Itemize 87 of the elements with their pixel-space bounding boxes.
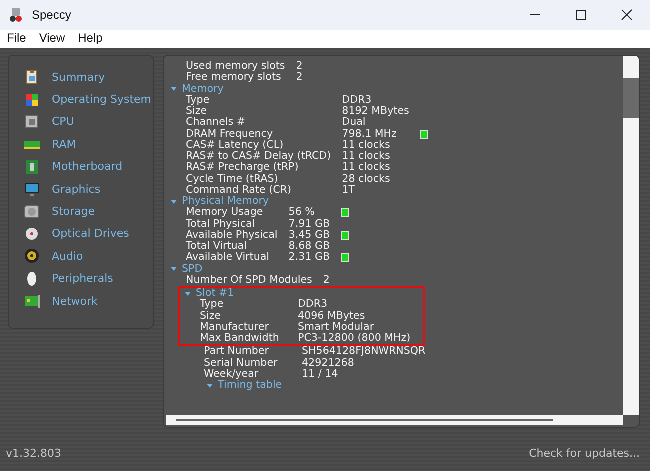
property-value: Smart Modular: [298, 322, 376, 333]
sidebar-item[interactable]: Graphics: [52, 182, 101, 196]
property-value: 56 %: [288, 207, 316, 218]
property-label: RAS# to CAS# Delay (tRCD): [186, 151, 332, 162]
property-value: 2: [323, 274, 330, 286]
property-value: 798.1 MHz: [342, 128, 398, 140]
property-label: Max Bandwidth: [200, 333, 280, 344]
property-value: 2: [296, 72, 303, 84]
property-label: Size: [186, 106, 208, 117]
section-title[interactable]: Slot #1: [196, 288, 234, 300]
property-label: DRAM Frequency: [186, 128, 274, 140]
section-title[interactable]: SPD: [182, 264, 203, 275]
section-title[interactable]: Physical Memory: [182, 196, 270, 208]
property-label: Channels #: [186, 117, 247, 128]
speaker-icon: [24, 248, 40, 264]
property-label: RAS# Precharge (tRP): [186, 162, 300, 174]
sidebar-item[interactable]: Peripherals: [52, 272, 114, 286]
property-value: 11 / 14: [302, 368, 340, 380]
property-value: Dual: [342, 117, 367, 128]
sidebar-item[interactable]: Operating System: [52, 93, 152, 106]
property-label: Serial Number: [204, 358, 279, 369]
flag-icon: [24, 92, 40, 108]
property-value: 2.31 GB: [288, 252, 330, 264]
hard-drive-icon: [24, 204, 40, 220]
property-label: Manufacturer: [200, 322, 270, 333]
expand-arrow-icon[interactable]: [206, 382, 214, 390]
property-label: Size: [200, 310, 222, 322]
property-label: Type: [186, 94, 210, 106]
property-value: 4096 MBytes: [298, 310, 366, 322]
clipboard-icon: [24, 69, 40, 86]
property-value: DDR3: [298, 299, 329, 310]
app-icon: [8, 7, 24, 23]
window-title: Speccy: [32, 8, 72, 22]
property-value: 2: [296, 61, 303, 72]
property-label: Type: [200, 299, 225, 310]
sidebar-item[interactable]: Storage: [52, 205, 96, 218]
property-value: SH564128FJ8NWRNSQR: [302, 346, 426, 358]
property-value: 28 clocks: [342, 174, 392, 185]
section-title[interactable]: Timing table: [218, 380, 282, 392]
property-value: 8192 MBytes: [342, 106, 410, 117]
sidebar-item[interactable]: Motherboard: [52, 160, 123, 174]
menu-item[interactable]: File: [0, 31, 32, 45]
property-label: CAS# Latency (CL): [186, 140, 285, 151]
chip-icon: [24, 114, 40, 130]
property-value: 11 clocks: [342, 140, 392, 151]
sidebar-item[interactable]: Summary: [52, 70, 106, 84]
monitor-icon: [24, 181, 40, 198]
menu-item[interactable]: View: [32, 31, 72, 45]
property-label: Week/year: [204, 368, 260, 380]
section-title[interactable]: Memory: [182, 84, 224, 95]
sidebar-item[interactable]: Audio: [52, 250, 84, 263]
network-card-icon: [24, 293, 40, 310]
property-label: Total Physical: [186, 218, 256, 230]
sidebar-item[interactable]: CPU: [52, 115, 74, 128]
sidebar-item[interactable]: RAM: [52, 138, 76, 151]
property-label: Memory Usage: [186, 207, 264, 218]
disc-icon: [24, 226, 40, 242]
version-label: v1.32.803: [6, 447, 62, 460]
property-value: 42921268: [302, 358, 356, 369]
property-label: Total Virtual: [186, 241, 247, 252]
expand-arrow-icon[interactable]: [184, 290, 192, 298]
sidebar-item[interactable]: Network: [52, 294, 98, 308]
property-label: Cycle Time (tRAS): [186, 174, 280, 185]
property-value: 3.45 GB: [288, 230, 330, 241]
sidebar-item[interactable]: Optical Drives: [52, 227, 130, 240]
expand-arrow-icon[interactable]: [170, 198, 178, 206]
check-updates-link[interactable]: Check for updates...: [529, 447, 640, 460]
property-value: 8.68 GB: [288, 241, 330, 252]
property-value: 1T: [342, 184, 356, 196]
property-label: Command Rate (CR): [186, 184, 292, 196]
expand-arrow-icon[interactable]: [170, 265, 178, 274]
menu-item[interactable]: Help: [71, 31, 109, 45]
property-label: Number Of SPD Modules: [186, 274, 312, 286]
property-value: 11 clocks: [342, 162, 392, 174]
property-value: DDR3: [342, 94, 373, 106]
expand-arrow-icon[interactable]: [170, 85, 178, 94]
vertical-scrollbar[interactable]: [623, 56, 639, 415]
property-value: PC3-12800 (800 MHz): [298, 333, 411, 344]
horizontal-scrollbar[interactable]: [166, 415, 623, 425]
property-label: Used memory slots: [186, 61, 286, 72]
property-value: 7.91 GB: [288, 218, 330, 230]
property-label: Part Number: [204, 346, 270, 358]
property-label: Available Physical: [186, 230, 278, 241]
property-label: Available Virtual: [186, 252, 271, 264]
circuit-board-icon: [24, 158, 40, 175]
property-label: Free memory slots: [186, 72, 282, 84]
property-value: 11 clocks: [342, 151, 392, 162]
